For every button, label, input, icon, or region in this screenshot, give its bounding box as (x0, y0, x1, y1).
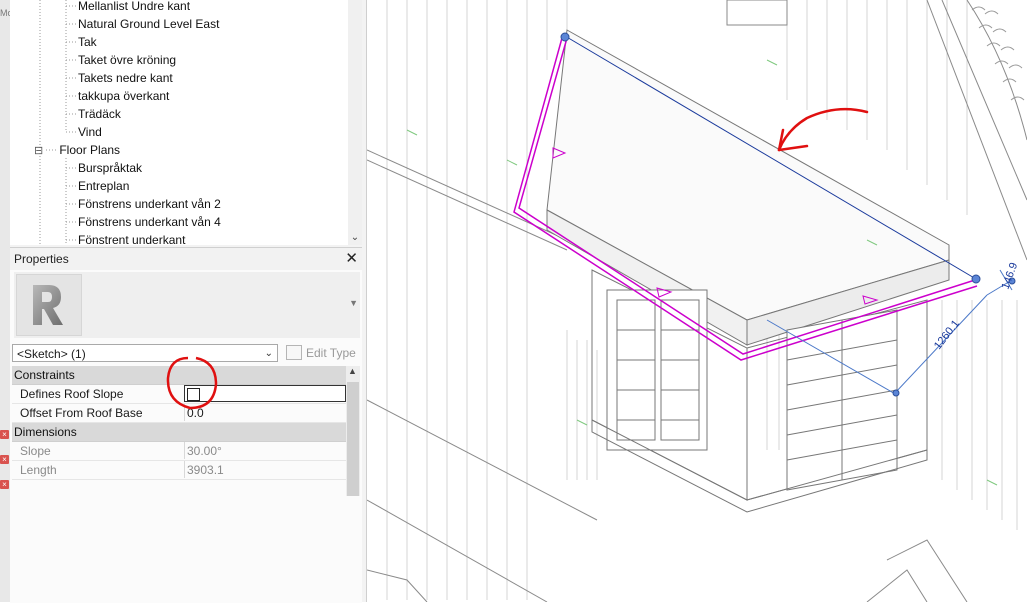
category-label: Dimensions (14, 425, 77, 439)
properties-title: Properties (14, 252, 69, 266)
instance-filter-select[interactable]: <Sketch> (1) ⌄ (12, 344, 278, 362)
properties-palette: Properties ✕ ▼ <Sketch> (1) ⌄ Edit Type … (10, 247, 362, 603)
browser-item[interactable]: Mellanlist Undre kant (78, 0, 190, 15)
browser-item[interactable]: Fönstrens underkant vån 2 (78, 195, 221, 213)
dimension-text: 146.9 (1000, 261, 1021, 291)
left-panel: Mo × × × Mellanlist Undre kant Natural G… (0, 0, 366, 603)
property-value: 30.00° (184, 442, 346, 459)
browser-item-label: Vind (78, 125, 102, 139)
browser-item-label: takkupa överkant (78, 89, 170, 103)
browser-item-label: Fönstrens underkant vån 2 (78, 197, 221, 211)
property-row-slope: Slope 30.00° (12, 442, 346, 461)
red-circle-annotation (166, 356, 218, 410)
browser-item[interactable]: Taket övre kröning (78, 51, 176, 69)
browser-item-label: Entreplan (78, 179, 130, 193)
browser-item-label: Floor Plans (59, 143, 121, 157)
browser-item[interactable]: Tak (78, 33, 97, 51)
browser-item[interactable]: Takets nedre kant (78, 69, 173, 87)
scroll-up-icon[interactable]: ▲ (348, 366, 357, 376)
browser-item[interactable]: takkupa överkant (78, 87, 169, 105)
property-label: Offset From Roof Base (20, 406, 143, 420)
category-label: Constraints (14, 368, 75, 382)
browser-group-floor-plans[interactable]: ⊟ Floor Plans (34, 141, 120, 159)
browser-item-label: Burspråktak (78, 161, 143, 175)
browser-scrollbar[interactable]: ⌄ (348, 0, 362, 245)
browser-item[interactable]: Burspråktak (78, 159, 142, 177)
edit-type-label: Edit Type (306, 346, 356, 360)
browser-item[interactable]: Fönstrens underkant vån 4 (78, 213, 221, 231)
browser-item-label: Tak (78, 35, 97, 49)
browser-item-label: Trädäck (78, 107, 121, 121)
model-drawing: 146.9 1260.1 (366, 0, 1027, 603)
scroll-down-icon[interactable]: ⌄ (350, 233, 360, 243)
edit-type-icon (286, 345, 302, 360)
error-icon[interactable]: × (0, 480, 9, 489)
instance-filter-value: <Sketch> (1) (17, 347, 86, 361)
scroll-thumb[interactable] (347, 382, 359, 496)
error-icon[interactable]: × (0, 430, 9, 439)
browser-item-label: Takets nedre kant (78, 71, 173, 85)
collapse-icon[interactable]: ⊟ (34, 142, 46, 160)
browser-item[interactable]: Vind (78, 123, 102, 141)
browser-item-label: Natural Ground Level East (78, 17, 220, 31)
category-dimensions[interactable]: Dimensions (12, 423, 346, 442)
type-selector-area[interactable]: ▼ (14, 272, 360, 338)
properties-scrollbar[interactable]: ▲ (346, 366, 360, 496)
3d-view-canvas[interactable]: 146.9 1260.1 (366, 0, 1027, 603)
type-dropdown-icon[interactable]: ▼ (349, 298, 358, 308)
close-icon[interactable]: ✕ (345, 248, 358, 270)
properties-header: Properties ✕ (10, 248, 362, 270)
project-browser[interactable]: Mellanlist Undre kant Natural Ground Lev… (10, 0, 362, 245)
browser-item-label: Fönstrent underkant (78, 233, 186, 245)
revit-logo-icon (16, 274, 82, 336)
browser-item[interactable]: Natural Ground Level East (78, 15, 219, 33)
browser-item-label: Mellanlist Undre kant (78, 0, 191, 13)
browser-item[interactable]: Trädäck (78, 105, 121, 123)
dimension-text: 1260.1 (932, 318, 962, 352)
browser-item[interactable]: Fönstrent underkant (78, 231, 185, 245)
dock-gutter: Mo × × × (0, 0, 13, 602)
browser-item[interactable]: Entreplan (78, 177, 129, 195)
property-label: Slope (20, 444, 51, 458)
chevron-down-icon[interactable]: ⌄ (265, 345, 273, 363)
property-label: Defines Roof Slope (20, 387, 124, 401)
property-row-length: Length 3903.1 (12, 461, 346, 480)
property-label: Length (20, 463, 57, 477)
error-icon[interactable]: × (0, 455, 9, 464)
property-value: 3903.1 (184, 461, 346, 478)
browser-item-label: Taket övre kröning (78, 53, 177, 67)
browser-item-label: Fönstrens underkant vån 4 (78, 215, 221, 229)
edit-type-button[interactable]: Edit Type (286, 344, 356, 362)
red-arrow-annotation (777, 107, 869, 152)
